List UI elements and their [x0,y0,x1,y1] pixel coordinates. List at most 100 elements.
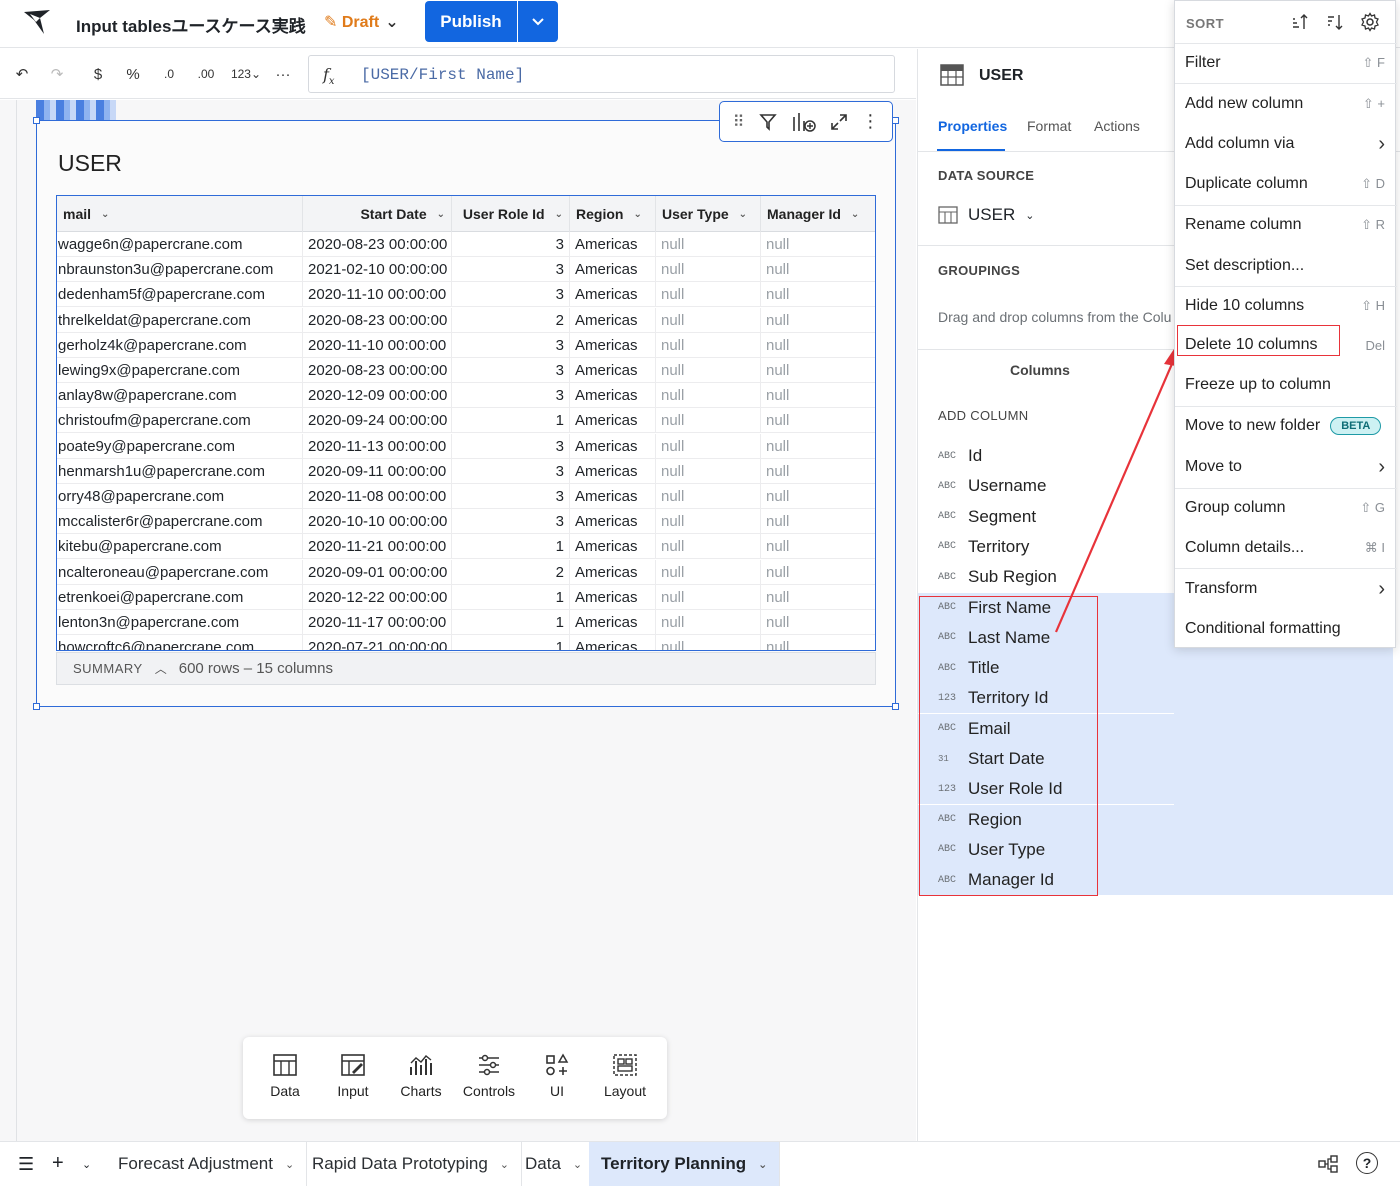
table-cell[interactable]: null [761,484,875,509]
table-row[interactable]: etrenkoei@papercrane.com 2020-12-22 00:00… [57,584,875,610]
tab-format[interactable]: Format [1027,118,1071,134]
table-cell[interactable]: 2020-12-09 00:00:00 [303,383,452,409]
table-cell[interactable]: 3 [452,433,570,459]
drag-handle-icon[interactable]: ⠿ [733,112,745,132]
table-cell[interactable]: anlay8w@papercrane.com [57,383,303,409]
redo-icon[interactable]: ↷ [47,64,67,84]
publish-button[interactable]: Publish [425,1,517,42]
column-header[interactable]: Region ⌄ [570,196,656,232]
table-cell[interactable]: 2020-11-21 00:00:00 [303,534,452,560]
menu-item[interactable]: Filter ⇧ F [1175,43,1397,83]
table-cell[interactable]: Americas [570,383,656,409]
table-cell[interactable]: null [761,257,875,282]
table-cell[interactable]: 2020-12-22 00:00:00 [303,584,452,610]
table-cell[interactable]: wagge6n@papercrane.com [57,232,303,257]
table-cell[interactable]: Americas [570,484,656,509]
menu-item[interactable]: Set description... [1175,246,1397,286]
table-cell[interactable]: 1 [452,635,570,650]
chevron-down-icon[interactable]: ⌄ [285,1158,294,1171]
menu-item[interactable]: Move to new folder BETA [1175,406,1397,446]
chevron-down-icon[interactable]: ⌄ [739,209,747,220]
menu-item[interactable]: Column details... ⌘ I [1175,528,1397,568]
chevron-down-icon[interactable]: ⌄ [851,209,859,220]
document-title[interactable]: Input tablesユースケース実践 [76,12,306,37]
table-cell[interactable]: null [761,459,875,484]
table-cell[interactable]: 2020-11-10 00:00:00 [303,332,452,358]
add-ui-button[interactable]: UI [523,1049,591,1109]
table-cell[interactable]: 3 [452,484,570,509]
menu-item[interactable]: Conditional formatting [1175,609,1397,649]
table-row[interactable]: howcroftc6@papercrane.com 2020-07-21 00:0… [57,635,875,650]
table-cell[interactable]: 2020-11-08 00:00:00 [303,484,452,509]
table-cell[interactable]: 2020-10-10 00:00:00 [303,509,452,535]
menu-item[interactable]: Add column via › [1175,124,1397,164]
table-cell[interactable]: Americas [570,458,656,484]
data-source-selector[interactable]: USER ⌄ [938,205,1034,225]
table-cell[interactable]: 2020-09-01 00:00:00 [303,559,452,585]
table-row[interactable]: henmarsh1u@papercrane.com 2020-09-11 00:0… [57,458,875,484]
resize-handle[interactable] [33,117,40,124]
table-cell[interactable]: poate9y@papercrane.com [57,433,303,459]
add-charts-button[interactable]: Charts [387,1049,455,1109]
chevron-down-icon[interactable]: ⌄ [500,1158,509,1171]
table-cell[interactable]: Americas [570,584,656,610]
table-cell[interactable]: null [761,610,875,635]
menu-item[interactable]: Add new column ⇧ + [1175,84,1397,124]
table-cell[interactable]: null [761,308,875,333]
formula-bar[interactable]: fx [USER/First Name] [308,55,895,93]
table-cell[interactable]: Americas [570,307,656,333]
table-row[interactable]: poate9y@papercrane.com 2020-11-13 00:00:0… [57,433,875,459]
tab-territory-planning[interactable]: Territory Planning ⌄ [589,1142,781,1186]
table-cell[interactable]: 3 [452,458,570,484]
table-cell[interactable]: Americas [570,257,656,283]
table-cell[interactable]: null [656,307,761,333]
table-cell[interactable]: 2021-02-10 00:00:00 [303,257,452,283]
menu-item[interactable]: Move to › [1175,447,1397,487]
element-title[interactable]: USER [58,150,122,177]
menu-item[interactable]: Transform › [1175,569,1397,609]
table-cell[interactable]: null [761,635,875,650]
table-cell[interactable]: 3 [452,232,570,257]
table-cell[interactable]: kitebu@papercrane.com [57,534,303,560]
table-cell[interactable]: howcroftc6@papercrane.com [57,635,303,650]
table-cell[interactable]: christoufm@papercrane.com [57,408,303,434]
table-cell[interactable]: null [761,358,875,383]
table-cell[interactable]: orry48@papercrane.com [57,484,303,509]
menu-item[interactable]: Group column ⇧ G [1175,488,1397,528]
expand-icon[interactable] [830,113,848,131]
table-cell[interactable]: 2020-09-11 00:00:00 [303,458,452,484]
add-input-button[interactable]: Input [319,1049,387,1109]
table-cell[interactable]: henmarsh1u@papercrane.com [57,458,303,484]
table-cell[interactable]: ncalteroneau@papercrane.com [57,559,303,585]
table-cell[interactable]: 3 [452,257,570,283]
table-cell[interactable]: 2020-11-10 00:00:00 [303,282,452,308]
chevron-down-icon[interactable]: ⌄ [573,1158,582,1171]
table-row[interactable]: lewing9x@papercrane.com 2020-08-23 00:00:… [57,358,875,383]
number-format-dropdown[interactable]: 123 ⌄ [228,64,264,84]
table-cell[interactable]: null [761,333,875,358]
chevron-up-icon[interactable]: ︿ [155,660,167,677]
table-cell[interactable]: 3 [452,358,570,383]
chevron-down-icon[interactable]: ⌄ [101,209,109,220]
table-cell[interactable]: Americas [570,509,656,535]
column-header[interactable]: Manager Id ⌄ [761,196,875,232]
sort-descending-icon[interactable] [1326,13,1344,31]
chevron-down-icon[interactable]: ⌄ [633,209,641,220]
table-cell[interactable]: 2020-08-23 00:00:00 [303,358,452,383]
table-cell[interactable]: null [761,585,875,610]
table-cell[interactable]: null [761,232,875,257]
table-row[interactable]: dedenham5f@papercrane.com 2020-11-10 00:0… [57,282,875,308]
publish-options-button[interactable] [518,1,558,42]
table-cell[interactable]: 1 [452,584,570,610]
help-icon[interactable]: ? [1356,1152,1378,1174]
table-cell[interactable]: null [761,408,875,433]
table-cell[interactable]: null [656,257,761,283]
table-cell[interactable]: null [656,358,761,383]
table-cell[interactable]: 2020-09-24 00:00:00 [303,408,452,434]
menu-item[interactable]: Freeze up to column [1175,365,1397,405]
table-cell[interactable]: Americas [570,534,656,560]
filter-icon[interactable] [758,112,778,132]
table-cell[interactable]: 3 [452,383,570,409]
table-cell[interactable]: Americas [570,332,656,358]
table-cell[interactable]: nbraunston3u@papercrane.com [57,257,303,283]
